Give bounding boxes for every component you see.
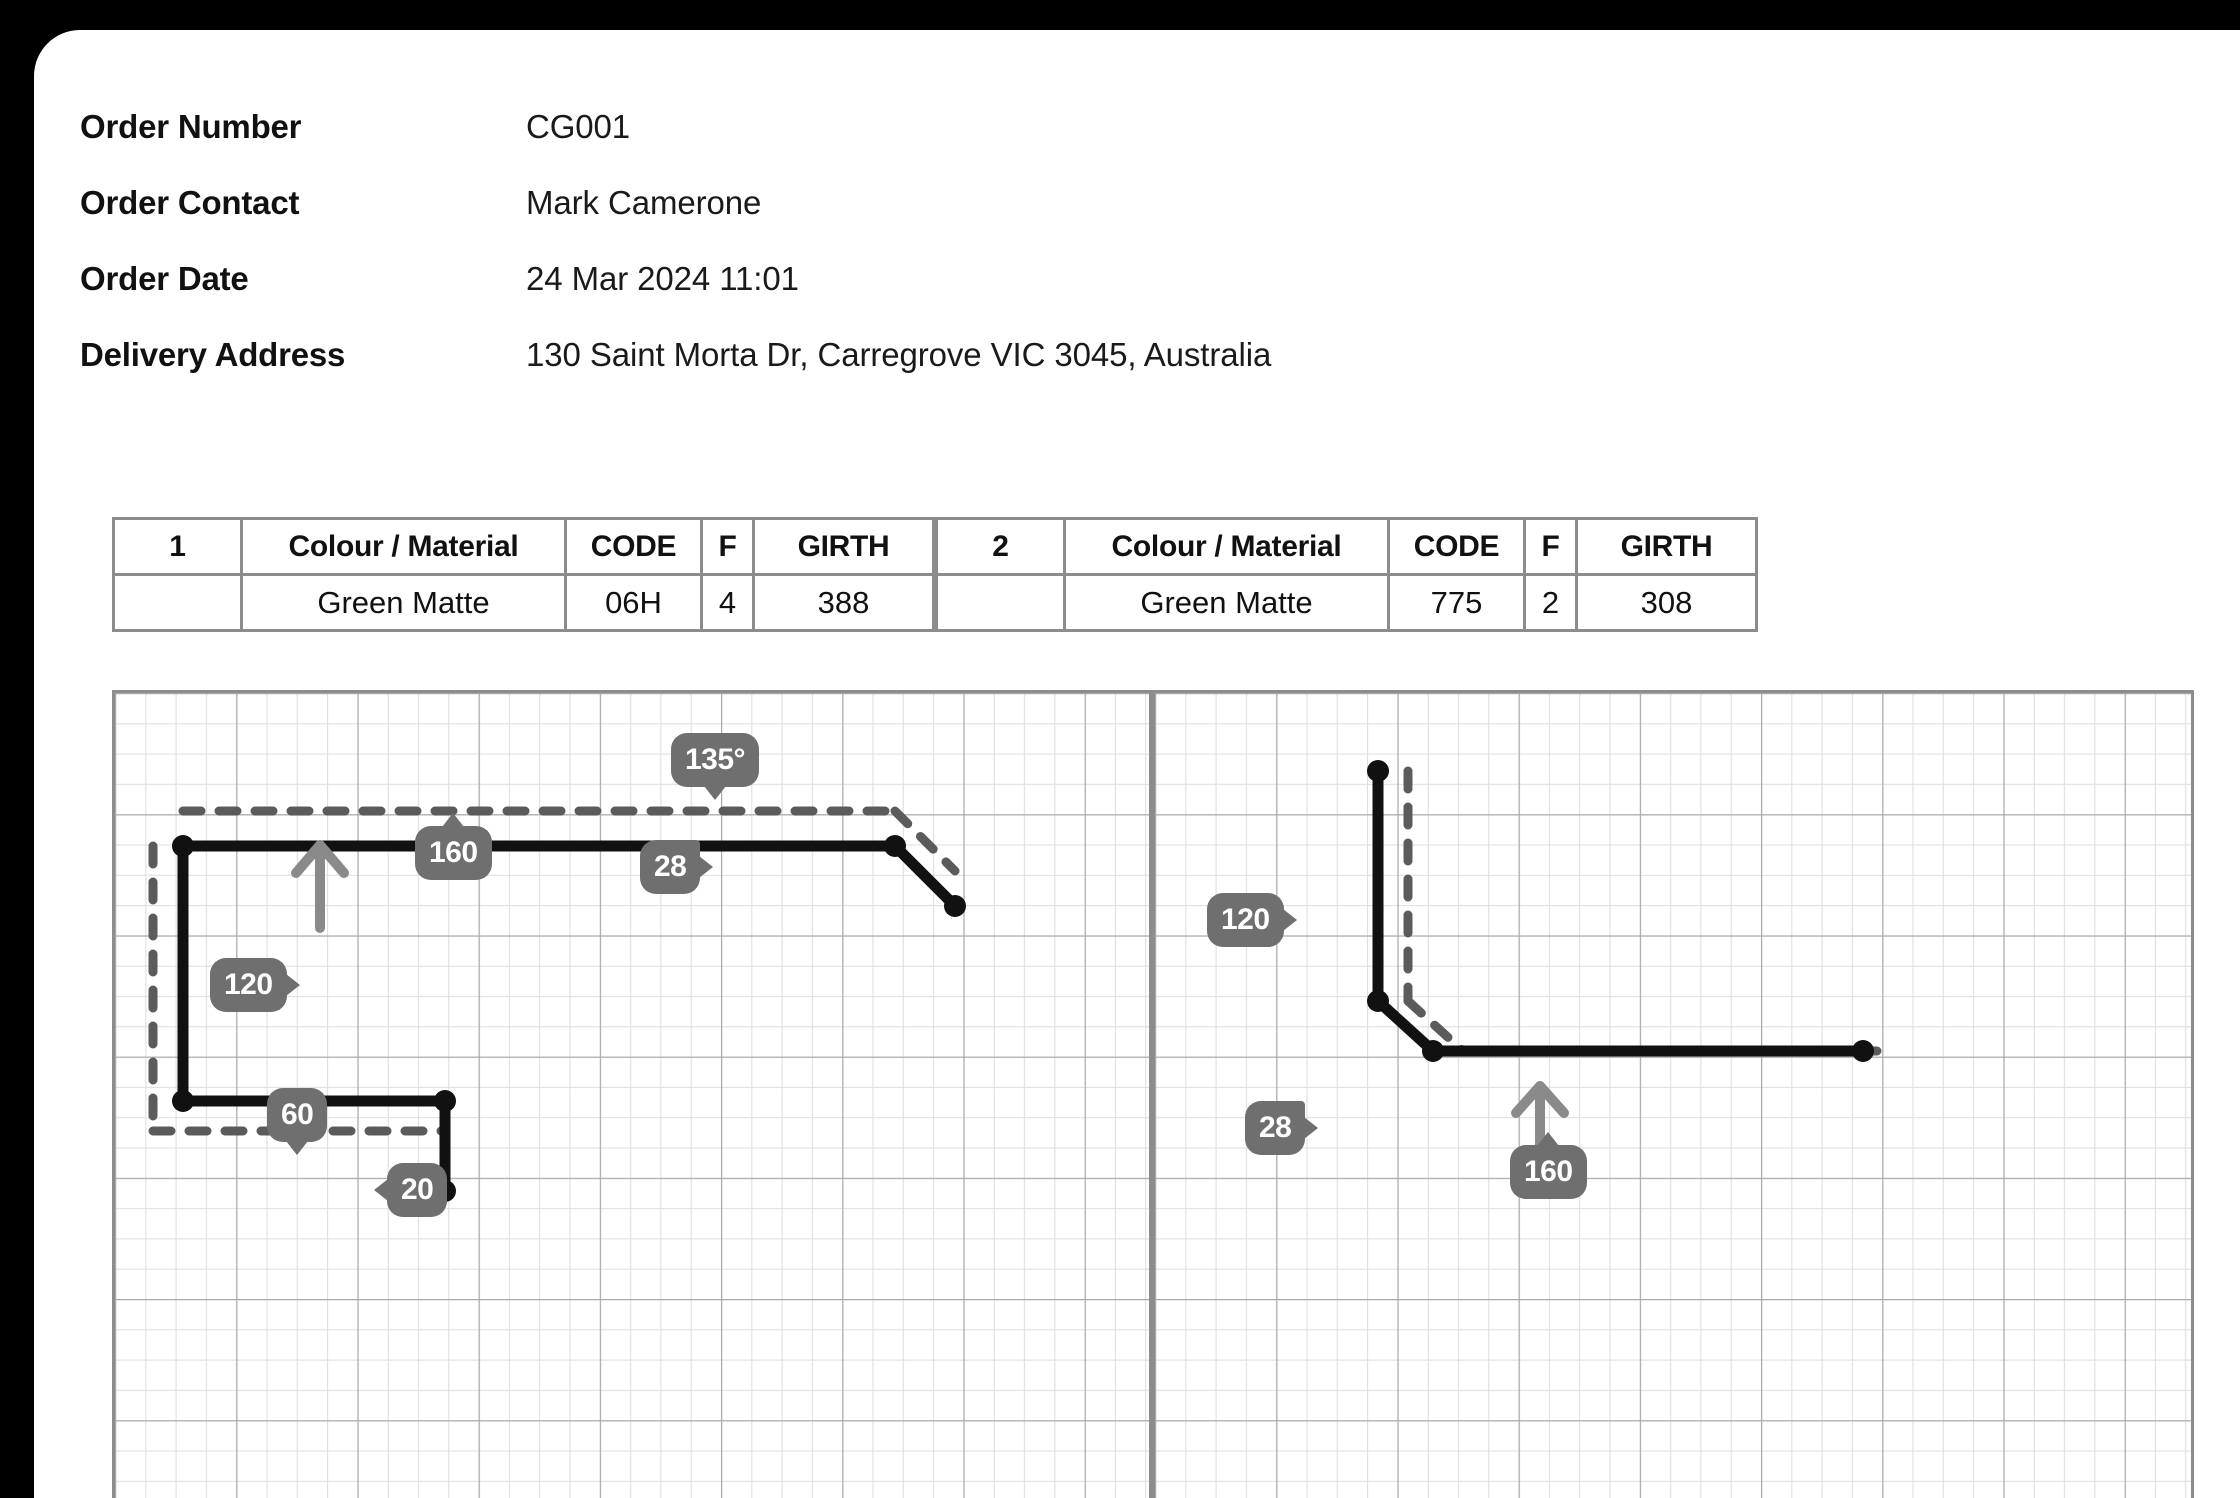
table2-material-value: Green Matte <box>1063 573 1390 632</box>
spec-tables: 1 Colour / Material CODE F GIRTH Green M… <box>112 517 2194 632</box>
table1-code-header: CODE <box>564 517 703 576</box>
dimension-label-160: 160 <box>1510 1132 1587 1199</box>
dimension-label-28: 28 <box>1245 1101 1319 1155</box>
table2-material-header: Colour / Material <box>1063 517 1390 576</box>
endpoint-dot <box>944 895 966 917</box>
order-contact-label: Order Contact <box>80 184 300 221</box>
order-date-label: Order Date <box>80 260 249 297</box>
vertex-dot <box>1422 1040 1444 1062</box>
table2-index-header: 2 <box>935 517 1066 576</box>
order-date-row: Order Date 24 Mar 2024 11:01 <box>80 260 1680 336</box>
profile-diagram-1: 135° 160 28 120 60 20 <box>112 690 1152 1498</box>
table-row: Green Matte 775 2 308 <box>935 573 1758 632</box>
delivery-address-row: Delivery Address 130 Saint Morta Dr, Car… <box>80 336 1680 412</box>
table1-material-value: Green Matte <box>240 573 567 632</box>
table1-f-value: 4 <box>700 573 755 632</box>
vertex-dot <box>172 835 194 857</box>
table1-code-value: 06H <box>564 573 703 632</box>
table1-f-header: F <box>700 517 755 576</box>
spec-table-2: 2 Colour / Material CODE F GIRTH Green M… <box>935 517 1758 632</box>
table1-material-header: Colour / Material <box>240 517 567 576</box>
table-row: Green Matte 06H 4 388 <box>112 573 935 632</box>
vertex-dot <box>884 835 906 857</box>
table2-index-value <box>935 573 1066 632</box>
dimension-label-60: 60 <box>267 1088 328 1155</box>
offset-guide-2 <box>1403 766 1898 1056</box>
profile-polyline-2 <box>1372 765 1869 1057</box>
order-number-value: CG001 <box>526 108 631 145</box>
table1-girth-header: GIRTH <box>752 517 935 576</box>
dimension-label-120: 120 <box>1207 893 1297 947</box>
endpoint-dot <box>1367 760 1389 782</box>
vertex-dot <box>1367 990 1389 1012</box>
table1-index-header: 1 <box>112 517 243 576</box>
order-info-block: Order Number CG001 Order Contact Mark Ca… <box>80 108 1680 412</box>
table2-f-header: F <box>1523 517 1578 576</box>
table-row: 2 Colour / Material CODE F GIRTH <box>935 517 1758 576</box>
vertex-dot <box>434 1090 456 1112</box>
order-number-row: Order Number CG001 <box>80 108 1680 184</box>
order-contact-value: Mark Camerone <box>526 184 762 221</box>
spec-table-1: 1 Colour / Material CODE F GIRTH Green M… <box>112 517 935 632</box>
dimension-label-20: 20 <box>373 1163 448 1217</box>
vertex-dot <box>172 1090 194 1112</box>
profile-path-2 <box>1367 760 1898 1168</box>
order-card: Order Number CG001 Order Contact Mark Ca… <box>34 30 2240 1498</box>
table1-girth-value: 388 <box>752 573 935 632</box>
dimension-label-120: 120 <box>210 958 300 1012</box>
table-row: 1 Colour / Material CODE F GIRTH <box>112 517 935 576</box>
table2-girth-value: 308 <box>1575 573 1758 632</box>
order-number-label: Order Number <box>80 108 302 145</box>
table2-code-header: CODE <box>1387 517 1526 576</box>
order-date-value: 24 Mar 2024 11:01 <box>526 260 799 297</box>
angle-label-135: 135° <box>671 733 760 800</box>
table2-code-value: 775 <box>1387 573 1526 632</box>
profile-diagram-2: 120 28 160 <box>1152 690 2194 1498</box>
table2-f-value: 2 <box>1523 573 1578 632</box>
delivery-address-value: 130 Saint Morta Dr, Carregrove VIC 3045,… <box>526 336 1272 373</box>
delivery-address-label: Delivery Address <box>80 336 346 373</box>
table2-girth-header: GIRTH <box>1575 517 1758 576</box>
dimension-label-28: 28 <box>640 840 714 894</box>
endpoint-dot <box>1852 1040 1874 1062</box>
grain-direction-arrow-icon <box>291 840 349 933</box>
page-root: Order Number CG001 Order Contact Mark Ca… <box>0 0 2240 1498</box>
order-contact-row: Order Contact Mark Camerone <box>80 184 1680 260</box>
profile-diagrams: 135° 160 28 120 60 20 120 28 160 <box>112 690 2194 1498</box>
dimension-label-160: 160 <box>415 813 492 880</box>
table1-index-value <box>112 573 243 632</box>
